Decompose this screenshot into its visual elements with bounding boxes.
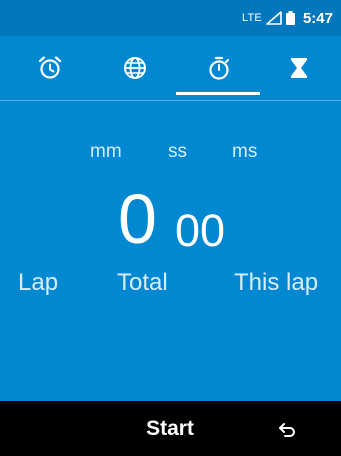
stopwatch-icon xyxy=(208,56,229,80)
lap-label: Lap xyxy=(18,269,59,296)
start-button[interactable]: Start xyxy=(132,411,208,447)
minutes-unit-label: mm xyxy=(90,141,122,162)
seconds-value: 0 xyxy=(118,180,157,258)
lap-labels: Lap Total This lap xyxy=(0,269,341,303)
tab-timer[interactable] xyxy=(256,36,341,100)
network-type: LTE xyxy=(242,12,262,24)
hourglass-icon xyxy=(290,58,307,78)
this-lap-label: This lap xyxy=(234,269,319,296)
milliseconds-value: 00 xyxy=(175,205,226,256)
status-icons: LTE 5:47 xyxy=(242,9,333,27)
selected-tab-indicator xyxy=(176,92,260,95)
stopwatch-screen: LTE 5:47 mm ss ms 0 00 Lap Total This la… xyxy=(0,0,341,456)
alarm-clock-icon xyxy=(38,56,61,79)
status-bar: LTE 5:47 xyxy=(0,0,341,36)
signal-icon xyxy=(266,11,282,25)
seconds-unit-label: ss xyxy=(168,141,187,162)
back-arrow-icon xyxy=(279,423,295,437)
clock-time: 5:47 xyxy=(302,9,333,27)
milliseconds-unit-label: ms xyxy=(232,141,258,162)
battery-icon xyxy=(285,11,295,25)
back-button[interactable] xyxy=(272,415,302,445)
tab-stopwatch[interactable] xyxy=(176,36,261,100)
globe-icon xyxy=(123,57,146,79)
tab-alarm[interactable] xyxy=(7,36,92,100)
elapsed-time-readout: 0 00 xyxy=(0,179,341,259)
tab-bar xyxy=(0,36,341,101)
total-label: Total xyxy=(117,269,168,296)
stopwatch-display: mm ss ms 0 00 Lap Total This lap xyxy=(0,101,341,401)
tab-world-clock[interactable] xyxy=(92,36,177,100)
time-units: mm ss ms xyxy=(0,141,341,165)
bottom-action-bar: Start xyxy=(0,401,341,456)
